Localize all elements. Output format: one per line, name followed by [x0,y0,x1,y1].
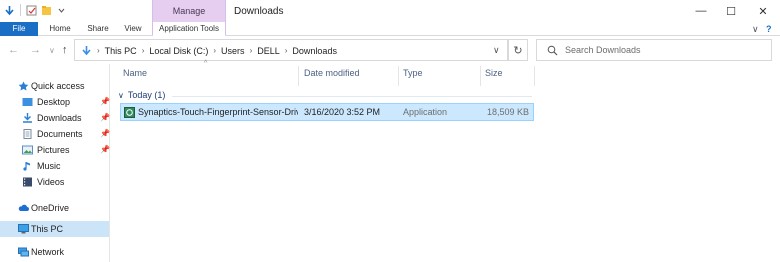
column-header-name[interactable]: Name [123,68,147,78]
maximize-button[interactable]: ☐ [716,0,746,22]
down-arrow-icon[interactable] [4,5,15,16]
tab-share[interactable]: Share [82,22,114,36]
sidebar-item-label: Network [31,247,65,257]
sidebar-item-videos[interactable]: Videos [0,174,109,190]
desktop-folder-icon [22,98,33,106]
ribbon-tabs: File Home Share View Application Tools ∨… [0,22,780,36]
sidebar-item-quick-access[interactable]: Quick access [0,78,109,94]
pictures-folder-icon [22,145,33,155]
breadcrumb-this-pc[interactable]: This PC [105,46,137,56]
minimize-button[interactable]: — [686,0,716,22]
crumb-separator: › [249,46,253,55]
sidebar-item-label: Quick access [31,81,85,91]
pin-icon: 📌 [100,97,110,106]
sidebar-item-music[interactable]: Music [0,158,109,174]
file-date: 3/16/2020 3:52 PM [304,107,381,117]
sidebar-item-onedrive[interactable]: OneDrive [0,200,109,216]
crumb-separator: › [97,46,100,55]
expand-ribbon-icon[interactable]: ∨ [752,24,759,35]
search-box[interactable]: Search Downloads [536,39,772,61]
sort-indicator-icon: ^ [204,60,208,67]
sidebar-item-label: This PC [31,224,64,234]
refresh-button[interactable]: ↻ [508,39,528,61]
breadcrumb-dell[interactable]: DELL [257,46,280,56]
tab-file[interactable]: File [0,22,38,36]
breadcrumb-users[interactable]: Users [221,46,245,56]
sidebar-item-label: Desktop [37,97,71,107]
sidebar-item-network[interactable]: Network [0,244,109,260]
file-size: 18,509 KB [486,107,529,117]
quick-access-toolbar [4,4,67,16]
properties-icon[interactable] [26,5,37,16]
help-icon[interactable]: ? [766,24,772,34]
address-row: ← → ∨ ↑ › This PC › Local Disk (C:) › Us… [0,37,780,64]
tab-application-tools[interactable]: Application Tools [153,22,225,36]
breadcrumb-downloads[interactable]: Downloads [292,46,337,56]
computer-icon [18,224,29,234]
sidebar-item-pictures[interactable]: Pictures 📌 [0,142,110,158]
column-divider[interactable] [398,66,399,86]
breadcrumb-local-disk[interactable]: Local Disk (C:) [149,46,208,56]
sidebar-item-label: Downloads [37,113,82,123]
sidebar-item-documents[interactable]: Documents 📌 [0,126,110,142]
column-divider[interactable] [534,66,535,86]
column-divider[interactable] [480,66,481,86]
tab-home[interactable]: Home [44,22,76,36]
cloud-icon [18,204,29,211]
downloads-folder-icon [23,113,32,123]
window-title: Downloads [234,6,284,17]
sidebar-item-this-pc[interactable]: This PC [0,221,109,237]
pin-icon: 📌 [100,145,110,154]
address-bar[interactable]: › This PC › Local Disk (C:) › Users › DE… [74,39,508,61]
music-icon [23,162,30,171]
group-label: Today (1) [127,90,166,100]
crumb-separator: › [284,46,288,55]
column-divider[interactable] [298,66,299,86]
star-icon [18,81,29,91]
sidebar-item-label: OneDrive [31,203,70,213]
videos-icon [23,177,32,187]
search-icon [547,45,558,56]
group-divider [172,96,532,97]
application-icon [124,107,135,118]
close-button[interactable]: ✕ [748,0,778,22]
search-input[interactable]: Search Downloads [565,45,641,55]
tab-view[interactable]: View [118,22,148,36]
group-header-today[interactable]: ∨ Today (1) [118,90,165,100]
column-header-size[interactable]: Size [485,68,503,78]
pin-icon: 📌 [100,113,110,122]
back-button[interactable]: ← [8,44,19,56]
network-icon [18,247,29,257]
new-folder-icon[interactable] [41,5,52,16]
forward-button[interactable]: → [30,44,41,56]
sidebar-item-downloads[interactable]: Downloads 📌 [0,110,110,126]
file-name: Synaptics-Touch-Fingerprint-Sensor-Driv.… [138,107,298,117]
recent-locations-button[interactable]: ∨ [49,46,55,55]
context-group-label: Manage [172,6,206,16]
navigation-pane: Quick access Desktop 📌 Downloads 📌 Docum… [0,64,110,262]
sidebar-item-desktop[interactable]: Desktop 📌 [0,94,110,110]
crumb-separator: › [141,46,145,55]
title-bar: Manage Downloads — ☐ ✕ [0,0,780,36]
address-dropdown-icon[interactable]: ∨ [493,45,500,56]
sidebar-item-label: Music [37,161,61,171]
chevron-down-icon: ∨ [118,90,124,100]
column-header-date-modified[interactable]: Date modified [304,68,360,78]
customize-chevron-icon[interactable] [56,5,67,16]
computer-icon [82,46,91,56]
sidebar-item-label: Pictures [37,145,70,155]
crumb-separator: › [213,46,217,55]
toolbar-divider [20,4,21,16]
documents-folder-icon [23,129,32,139]
sidebar-item-label: Videos [37,177,65,187]
sidebar-item-label: Documents [37,129,83,139]
column-header-type[interactable]: Type [403,68,423,78]
file-row[interactable]: Synaptics-Touch-Fingerprint-Sensor-Driv.… [120,103,534,121]
up-button[interactable]: ↑ [62,44,68,56]
file-type: Application [403,107,448,117]
pin-icon: 📌 [100,129,110,138]
